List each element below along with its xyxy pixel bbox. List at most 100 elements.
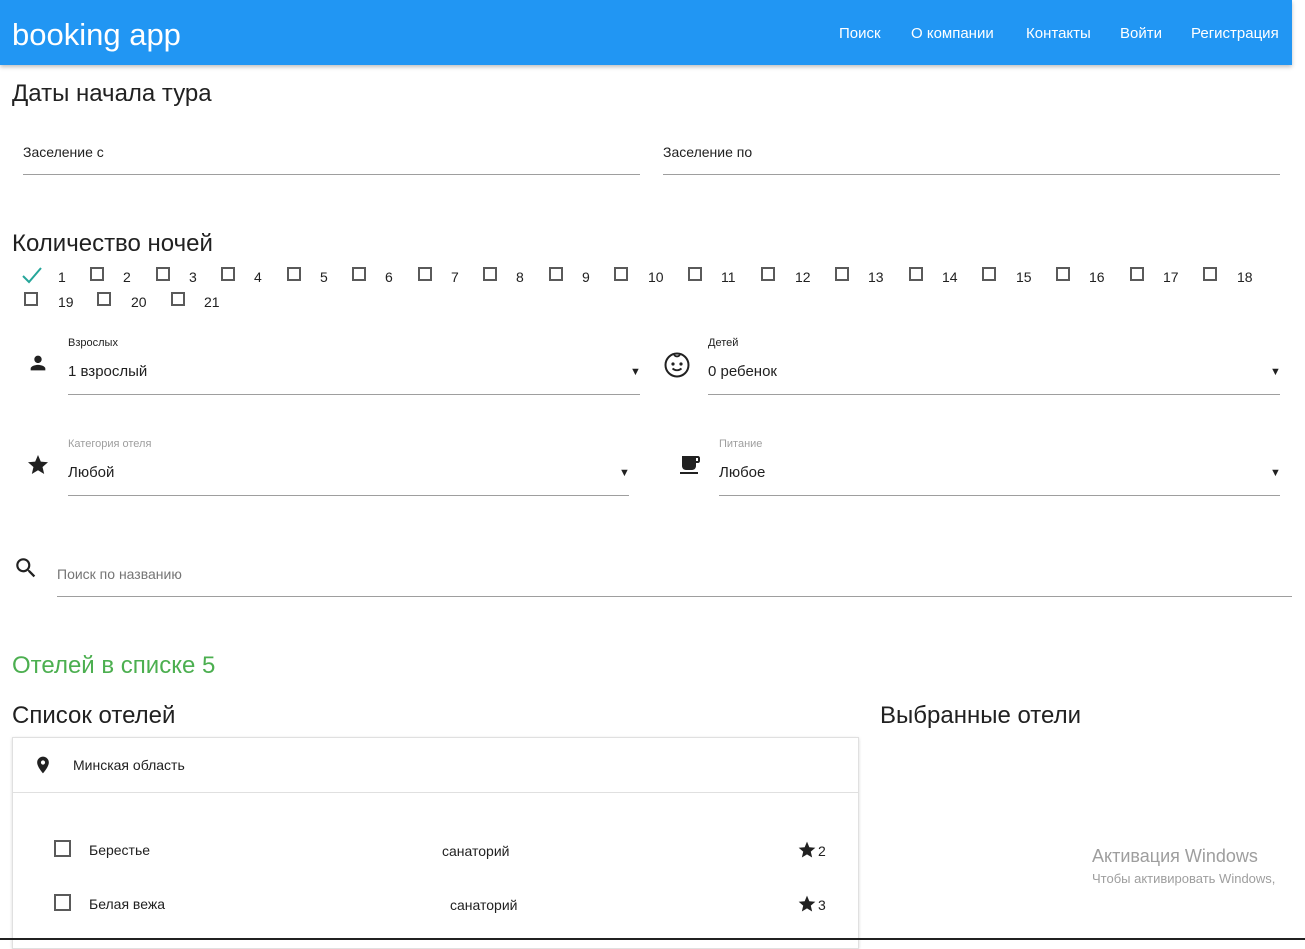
nights-checkbox-17[interactable] [1130,267,1144,281]
nights-checkbox-12[interactable] [761,267,775,281]
selected-hotels-title: Выбранные отели [880,702,1081,729]
nights-checkbox-2[interactable] [90,267,104,281]
search-placeholder: Поиск по названию [57,566,182,582]
nights-checkbox-14[interactable] [909,267,923,281]
region-header[interactable]: Минская область [13,738,858,792]
nights-label-12: 12 [795,269,811,285]
hotel-type: санаторий [450,897,518,913]
search-underline [57,596,1292,597]
nights-label-6: 6 [385,269,393,285]
nights-checkbox-6[interactable] [352,267,366,281]
hotel-name-search-input[interactable]: Поиск по названию [57,560,1292,597]
hotel-stars: 2 [818,843,826,859]
coffee-cup-icon [678,453,702,477]
person-icon [27,352,49,374]
chevron-down-icon: ▼ [630,366,641,378]
nav-link-register[interactable]: Регистрация [1191,25,1279,43]
nights-checkbox-8[interactable] [483,267,497,281]
nights-checkbox-5[interactable] [287,267,301,281]
brand-logo[interactable]: booking app [12,16,181,54]
star-icon [26,453,50,477]
children-value: 0 ребенок [708,363,777,380]
nights-label-15: 15 [1016,269,1032,285]
child-face-icon [663,351,691,379]
location-pin-icon [33,754,53,776]
children-select[interactable]: Детей 0 ребенок ▼ [708,337,1281,395]
checkin-from-field[interactable]: Заселение с [23,144,640,175]
nights-label-19: 19 [58,294,74,310]
region-name: Минская область [73,757,185,773]
star-icon [797,894,817,914]
nights-label-14: 14 [942,269,958,285]
meal-select[interactable]: Питание Любое ▼ [719,438,1281,496]
hotel-type: санаторий [442,843,510,859]
checkin-from-underline [23,174,640,175]
meal-label: Питание [719,438,763,450]
search-icon [13,555,39,581]
nights-label-20: 20 [131,294,147,310]
nights-label-5: 5 [320,269,328,285]
hotel-name: Белая вежа [89,896,165,912]
nights-label-9: 9 [582,269,590,285]
checkin-from-label: Заселение с [23,144,104,160]
nights-checkbox-21[interactable] [171,292,185,306]
nights-checkbox-15[interactable] [982,267,996,281]
chevron-down-icon: ▼ [619,467,630,479]
nights-label-16: 16 [1089,269,1105,285]
nights-label-7: 7 [451,269,459,285]
hotel-row[interactable]: Берестье санаторий 2 [13,833,858,865]
hotels-count-text: Отелей в списке 5 [12,652,216,679]
top-navbar: booking app Поиск О компании Контакты Во… [0,0,1292,65]
nav-link-contacts[interactable]: Контакты [1026,25,1091,43]
nights-checkbox-11[interactable] [688,267,702,281]
hotel-list-panel: Минская область Берестье санаторий 2 Бел… [12,737,859,949]
hotel-list-title: Список отелей [12,702,176,729]
checkin-to-label: Заселение по [663,144,753,160]
nights-checkbox-7[interactable] [418,267,432,281]
hotel-select-checkbox[interactable] [54,894,71,911]
nights-checkbox-group: 1 2 3 4 5 6 7 8 9 10 11 12 13 14 15 16 1… [0,262,1305,312]
nights-checkbox-16[interactable] [1056,267,1070,281]
dates-section-title: Даты начала тура [12,80,212,107]
nights-checkbox-10[interactable] [614,267,628,281]
star-icon [797,840,817,860]
windows-activation-title: Активация Windows [1092,846,1258,866]
windows-activation-subtitle: Чтобы активировать Windows, [1092,871,1276,886]
nights-label-17: 17 [1163,269,1179,285]
nights-checkbox-4[interactable] [221,267,235,281]
nights-checkbox-3[interactable] [156,267,170,281]
adults-select[interactable]: Взрослых 1 взрослый ▼ [68,337,641,395]
meal-underline [719,495,1280,496]
meal-value: Любое [719,464,766,481]
hotel-select-checkbox[interactable] [54,840,71,857]
nights-label-18: 18 [1237,269,1253,285]
nav-link-about[interactable]: О компании [911,25,994,43]
nights-checkbox-20[interactable] [97,292,111,306]
hotel-category-value: Любой [68,464,115,481]
panel-divider [13,792,858,793]
nights-label-10: 10 [648,269,664,285]
nights-checkbox-9[interactable] [549,267,563,281]
hotel-stars: 3 [818,897,826,913]
hotel-category-underline [68,495,629,496]
nights-label-21: 21 [204,294,220,310]
adults-underline [68,394,640,395]
nights-label-8: 8 [516,269,524,285]
nights-checkbox-18[interactable] [1203,267,1217,281]
nights-checkbox-13[interactable] [835,267,849,281]
nights-label-11: 11 [721,269,736,285]
hotel-row[interactable]: Белая вежа санаторий 3 [13,887,858,919]
checkmark-icon[interactable] [21,266,43,284]
nights-label-1: 1 [58,269,66,285]
nights-checkbox-19[interactable] [24,292,38,306]
adults-label: Взрослых [68,337,118,349]
children-underline [708,394,1280,395]
chevron-down-icon: ▼ [1270,366,1281,378]
children-label: Детей [708,337,739,349]
hotel-category-select[interactable]: Категория отеля Любой ▼ [68,438,630,496]
nights-label-2: 2 [123,269,131,285]
nav-link-search[interactable]: Поиск [839,25,881,43]
nav-link-login[interactable]: Войти [1120,25,1162,43]
chevron-down-icon: ▼ [1270,467,1281,479]
checkin-to-field[interactable]: Заселение по [663,144,1280,175]
